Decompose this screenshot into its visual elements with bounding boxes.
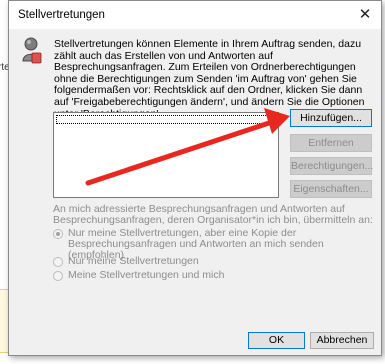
cancel-button[interactable]: Abbrechen [310, 332, 374, 349]
permissions-button[interactable]: Berechtigungen... [290, 157, 373, 175]
option-label: Nur meine Stellvertretungen [68, 255, 199, 267]
radio-button[interactable] [53, 257, 63, 267]
radio-button[interactable] [53, 271, 63, 281]
delivery-info-text: An mich adressierte Besprechungsanfragen… [53, 203, 373, 226]
delegates-dialog: Stellvertretungen ✕ Stellvertretungen kö… [8, 0, 382, 356]
radio-button[interactable] [53, 229, 63, 239]
properties-button[interactable]: Eigenschaften... [290, 180, 372, 198]
remove-button[interactable]: Entfernen [290, 134, 372, 152]
delegates-list[interactable] [53, 112, 279, 198]
title-bar: Stellvertretungen ✕ [9, 1, 381, 29]
add-button[interactable]: Hinzufügen... [290, 109, 372, 127]
ok-button[interactable]: OK [248, 332, 305, 349]
option-label: Meine Stellvertretungen und mich [68, 269, 225, 281]
close-icon[interactable]: ✕ [355, 5, 375, 25]
dialog-title: Stellvertretungen [18, 9, 105, 21]
list-focus-row [56, 115, 276, 124]
description-text: Stellvertretungen können Elemente in Ihr… [54, 38, 365, 119]
user-delegate-icon [21, 37, 43, 65]
